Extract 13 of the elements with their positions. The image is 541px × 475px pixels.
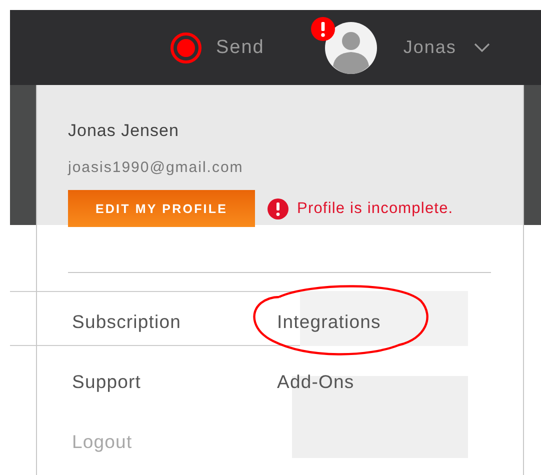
- send-button[interactable]: Send: [170, 32, 264, 64]
- chevron-down-icon: [474, 42, 490, 52]
- warning-text: Profile is incomplete.: [297, 200, 454, 218]
- record-icon: [170, 32, 202, 64]
- menu-item[interactable]: Integrations: [277, 311, 381, 333]
- warning-icon: [267, 198, 289, 220]
- avatar-icon[interactable]: [325, 22, 378, 74]
- user-menu-button[interactable]: Jonas: [403, 37, 490, 58]
- user-full-name: Jonas Jensen: [68, 121, 180, 141]
- menu-item[interactable]: Add-Ons: [277, 371, 354, 393]
- user-email: joasis1990@gmail.com: [68, 159, 244, 176]
- menu-item[interactable]: Support: [72, 371, 141, 393]
- menu-item[interactable]: Subscription: [72, 311, 182, 333]
